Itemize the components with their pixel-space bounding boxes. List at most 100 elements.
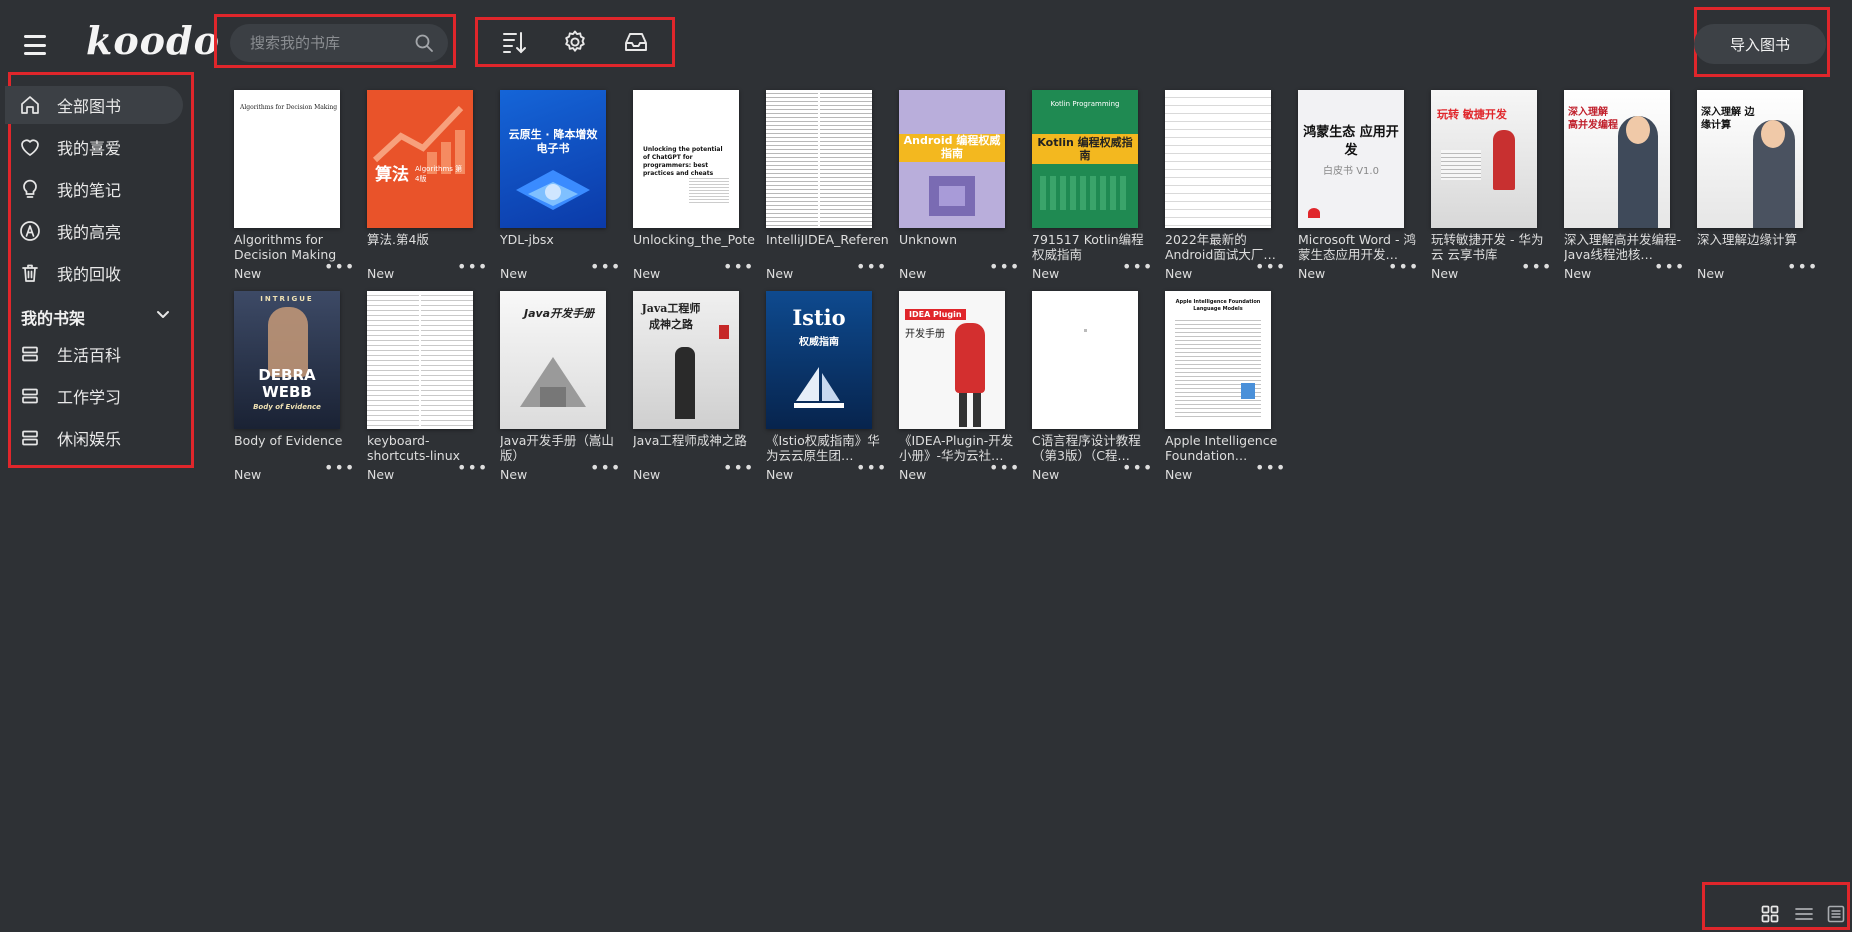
book-card[interactable]: C语言程序设计教程（第3版）（C程… New ••• — [1032, 291, 1156, 491]
book-card[interactable]: Istio 权威指南 《Istio权威指南》华为云云原生团… New ••• — [766, 291, 890, 491]
book-card[interactable]: Unlocking the potential of ChatGPT for p… — [633, 90, 757, 290]
more-options-icon[interactable]: ••• — [856, 259, 886, 277]
book-cover[interactable]: 玩转 敏捷开发 — [1431, 90, 1537, 228]
sort-icon[interactable] — [497, 25, 531, 59]
book-title: Unknown — [899, 232, 958, 247]
book-cover[interactable]: Algorithms for Decision Making — [234, 90, 340, 228]
more-options-icon[interactable]: ••• — [324, 259, 354, 277]
book-cover[interactable]: INTRIGUE DEBRA WEBB Body of Evidence — [234, 291, 340, 429]
more-options-icon[interactable]: ••• — [590, 259, 620, 277]
book-cover[interactable]: 鸿蒙生态 应用开发 白皮书 V1.0 — [1298, 90, 1404, 228]
book-cover[interactable]: IDEA Plugin 开发手册 — [899, 291, 1005, 429]
sidebar-item-shelf-leisure[interactable]: 休闲娱乐 — [5, 419, 183, 457]
book-cover[interactable]: Android 编程权威指南 — [899, 90, 1005, 228]
book-cover[interactable]: 深入理解 边缘计算 — [1697, 90, 1803, 228]
book-card[interactable]: 深入理解 边缘计算 深入理解边缘计算 New ••• — [1697, 90, 1821, 290]
more-options-icon[interactable]: ••• — [590, 460, 620, 478]
search-input[interactable] — [250, 34, 414, 52]
more-options-icon[interactable]: ••• — [1787, 259, 1817, 277]
new-badge: New — [1697, 266, 1725, 281]
book-card[interactable]: IDEA Plugin 开发手册 《IDEA-Plugin-开发小册》-华为云社… — [899, 291, 1023, 491]
more-options-icon[interactable]: ••• — [324, 460, 354, 478]
book-cover[interactable]: Java开发手册 — [500, 291, 606, 429]
app-logo: koodo — [86, 18, 220, 63]
sidebar-item-highlights[interactable]: 我的高亮 — [5, 212, 183, 250]
chevron-down-icon[interactable] — [154, 306, 172, 324]
book-card[interactable]: Apple Intelligence Foundation Language M… — [1165, 291, 1289, 491]
list-view-icon[interactable] — [1794, 904, 1814, 924]
more-options-icon[interactable]: ••• — [1122, 460, 1152, 478]
book-cover[interactable]: 云原生 · 降本增效 电子书 — [500, 90, 606, 228]
more-options-icon[interactable]: ••• — [457, 460, 487, 478]
book-cover[interactable] — [1032, 291, 1138, 429]
book-title: Unlocking_the_Potential — [633, 232, 755, 247]
book-card[interactable]: Java开发手册 Java开发手册（嵩山版） New ••• — [500, 291, 624, 491]
sidebar-item-shelf-life[interactable]: 生活百科 — [5, 335, 183, 373]
book-card[interactable]: 鸿蒙生态 应用开发 白皮书 V1.0 Microsoft Word - 鸿蒙生态… — [1298, 90, 1422, 290]
book-card[interactable]: INTRIGUE DEBRA WEBB Body of Evidence Bod… — [234, 291, 358, 491]
new-badge: New — [1165, 266, 1193, 281]
shelf-icon — [19, 385, 41, 407]
more-options-icon[interactable]: ••• — [1654, 259, 1684, 277]
book-title: Java工程师成神之路 — [633, 433, 747, 448]
more-options-icon[interactable]: ••• — [1122, 259, 1152, 277]
more-options-icon[interactable]: ••• — [1521, 259, 1551, 277]
sidebar-item-shelf-work[interactable]: 工作学习 — [5, 377, 183, 415]
more-options-icon[interactable]: ••• — [989, 460, 1019, 478]
book-cover[interactable]: Apple Intelligence Foundation Language M… — [1165, 291, 1271, 429]
book-cover[interactable] — [367, 291, 473, 429]
sidebar-item-trash[interactable]: 我的回收 — [5, 254, 183, 292]
sidebar-item-all-books[interactable]: 全部图书 — [5, 86, 183, 124]
cover-list-view-icon[interactable] — [1826, 904, 1846, 924]
book-card[interactable]: Algorithms for Decision Making Algorithm… — [234, 90, 358, 290]
import-books-button[interactable]: 导入图书 — [1694, 24, 1826, 64]
book-card[interactable]: 算法 Algorithms 第4版 算法.第4版 New ••• — [367, 90, 491, 290]
book-card[interactable]: keyboard-shortcuts-linux New ••• — [367, 291, 491, 491]
more-options-icon[interactable]: ••• — [856, 460, 886, 478]
more-options-icon[interactable]: ••• — [1255, 259, 1285, 277]
book-card[interactable]: 玩转 敏捷开发 玩转敏捷开发 - 华为云 云享书库 New ••• — [1431, 90, 1555, 290]
heart-icon — [19, 136, 41, 158]
book-card[interactable]: 2022年最新的Android面试大厂… New ••• — [1165, 90, 1289, 290]
sidebar-item-favorites[interactable]: 我的喜爱 — [5, 128, 183, 166]
new-badge: New — [1431, 266, 1459, 281]
book-cover[interactable]: Kotlin Programming Kotlin 编程权威指南 — [1032, 90, 1138, 228]
search-bar — [230, 24, 448, 62]
book-cover[interactable]: 算法 Algorithms 第4版 — [367, 90, 473, 228]
book-cover[interactable]: Java工程师 成神之路 — [633, 291, 739, 429]
new-badge: New — [766, 467, 794, 482]
grid-view-icon[interactable] — [1760, 904, 1780, 924]
book-card[interactable]: Android 编程权威指南 Unknown New ••• — [899, 90, 1023, 290]
book-cover[interactable] — [766, 90, 872, 228]
more-options-icon[interactable]: ••• — [457, 259, 487, 277]
sidebar-item-label: 休闲娱乐 — [57, 430, 122, 449]
gear-icon[interactable] — [558, 25, 592, 59]
book-cover[interactable]: Unlocking the potential of ChatGPT for p… — [633, 90, 739, 228]
hamburger-menu-icon[interactable] — [20, 32, 50, 58]
book-cover[interactable] — [1165, 90, 1271, 228]
book-card[interactable]: Kotlin Programming Kotlin 编程权威指南 791517 … — [1032, 90, 1156, 290]
new-badge: New — [234, 266, 262, 281]
sidebar-item-label: 生活百科 — [57, 346, 122, 365]
more-options-icon[interactable]: ••• — [1255, 460, 1285, 478]
new-badge: New — [500, 266, 528, 281]
new-badge: New — [766, 266, 794, 281]
more-options-icon[interactable]: ••• — [1388, 259, 1418, 277]
book-card[interactable]: 云原生 · 降本增效 电子书 YDL-jbsx New ••• — [500, 90, 624, 290]
book-cover[interactable]: Istio 权威指南 — [766, 291, 872, 429]
more-options-icon[interactable]: ••• — [723, 259, 753, 277]
search-icon[interactable] — [414, 33, 434, 53]
more-options-icon[interactable]: ••• — [989, 259, 1019, 277]
book-card[interactable]: IntelliJIDEA_ReferenceCard New ••• — [766, 90, 890, 290]
inbox-icon[interactable] — [619, 25, 653, 59]
sidebar-item-notes[interactable]: 我的笔记 — [5, 170, 183, 208]
more-options-icon[interactable]: ••• — [723, 460, 753, 478]
book-card[interactable]: Java工程师 成神之路 Java工程师成神之路 New ••• — [633, 291, 757, 491]
book-title: YDL-jbsx — [500, 232, 554, 247]
book-cover[interactable]: 深入理解 高并发编程 — [1564, 90, 1670, 228]
sidebar-item-label: 我的喜爱 — [57, 139, 122, 158]
new-badge: New — [1165, 467, 1193, 482]
new-badge: New — [1032, 467, 1060, 482]
book-card[interactable]: 深入理解 高并发编程 深入理解高并发编程-Java线程池核… New ••• — [1564, 90, 1688, 290]
new-badge: New — [1032, 266, 1060, 281]
